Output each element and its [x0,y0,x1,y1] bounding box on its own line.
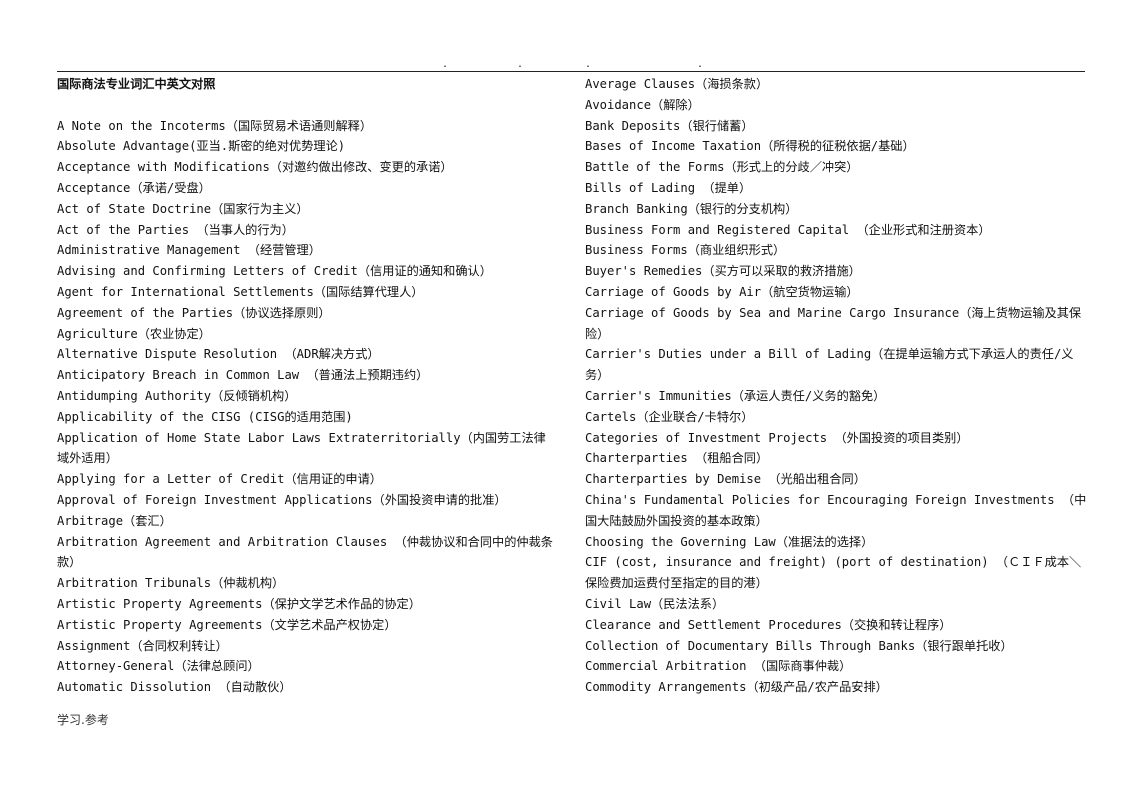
glossary-entry: Collection of Documentary Bills Through … [585,638,1013,653]
left-column: 国际商法专业词汇中英文对照 A Note on the Incoterms（国际… [57,74,557,698]
glossary-entry: Buyer's Remedies（买方可以采取的救济措施） [585,264,861,279]
glossary-entry: Advising and Confirming Letters of Credi… [57,264,492,279]
glossary-entry: Arbitration Agreement and Arbitration Cl… [57,534,553,570]
right-column: Average Clauses（海损条款） Avoidance（解除） Bank D… [585,74,1087,698]
glossary-entry: Choosing the Governing Law（准据法的选择） [585,534,874,549]
page-footer: 学习.参考 [57,713,109,727]
glossary-entry: Bases of Income Taxation（所得税的征税依据/基础） [585,139,915,154]
header-dot: . [517,59,524,70]
glossary-entry: Applicability of the CISG (CISG的适用范围) [57,409,353,424]
header-dot: . [442,59,449,70]
glossary-entry: Artistic Property Agreements（文学艺术品产权协定） [57,617,397,632]
glossary-entry: Charterparties by Demise （光船出租合同） [585,472,866,487]
glossary-entry: Approval of Foreign Investment Applicati… [57,492,507,507]
glossary-entry: Bills of Lading （提单） [585,180,752,195]
glossary-entry: Business Form and Registered Capital （企业… [585,222,991,237]
glossary-entry: Carrier's Immunities（承运人责任/义务的豁免） [585,388,886,403]
glossary-entry: Agreement of the Parties（协议选择原则） [57,305,331,320]
glossary-entry: Anticipatory Breach in Common Law （普通法上预… [57,368,429,383]
glossary-entry: Arbitration Tribunals（仲裁机构） [57,576,285,591]
glossary-entry: Charterparties （租船合同） [585,451,769,466]
glossary-entry: Automatic Dissolution （自动散伙） [57,680,292,695]
glossary-entry: Administrative Management （经营管理） [57,243,321,258]
glossary-entry: Carrier's Duties under a Bill of Lading（… [585,347,1074,383]
glossary-entry: Applying for a Letter of Credit（信用证的申请） [57,472,382,487]
glossary-entry: Assignment（合同权利转让） [57,638,228,653]
glossary-entry: Acceptance with Modifications（对邀约做出修改、变更… [57,160,453,175]
glossary-entry: Bank Deposits（银行储蓄） [585,118,754,133]
glossary-entry: Alternative Dispute Resolution （ADR解决方式） [57,347,380,362]
glossary-entry: Clearance and Settlement Procedures（交换和转… [585,617,952,632]
header-dot: . [585,59,592,70]
glossary-entry: Cartels（企业联合/卡特尔） [585,409,754,424]
glossary-entry: Application of Home State Labor Laws Ext… [57,430,546,466]
glossary-entry: Agent for International Settlements（国际结算… [57,284,424,299]
glossary-entry: A Note on the Incoterms（国际贸易术语通则解释） [57,118,373,133]
glossary-entry: Arbitrage（套汇） [57,513,172,528]
glossary-entry: Carriage of Goods by Sea and Marine Carg… [585,305,1082,341]
glossary-entry: Categories of Investment Projects （外国投资的… [585,430,969,445]
glossary-entry: Attorney-General（法律总顾问） [57,659,260,674]
glossary-entry: Absolute Advantage(亚当.斯密的绝对优势理论) [57,139,346,154]
glossary-entry: Commodity Arrangements（初级产品/农产品安排） [585,680,888,695]
glossary-entry: Branch Banking（银行的分支机构） [585,201,798,216]
header-dot: . [697,59,704,70]
glossary-entry: Artistic Property Agreements（保护文学艺术作品的协定… [57,596,421,611]
glossary-entry: China's Fundamental Policies for Encoura… [585,492,1087,528]
document-title: 国际商法专业词汇中英文对照 [57,77,216,91]
glossary-entry: CIF (cost, insurance and freight) (port … [585,555,1082,591]
glossary-entry: Commercial Arbitration （国际商事仲裁） [585,659,852,674]
glossary-entry: Antidumping Authority（反倾销机构） [57,388,297,403]
glossary-entry: Act of the Parties （当事人的行为） [57,222,294,237]
glossary-entry: Avoidance（解除） [585,97,700,112]
header-rule [57,71,1085,72]
glossary-entry: Business Forms（商业组织形式） [585,243,786,258]
glossary-entry: Average Clauses（海损条款） [585,77,769,91]
right-entry-list: Average Clauses（海损条款） Avoidance（解除） Bank D… [585,74,1087,698]
glossary-entry: Carriage of Goods by Air（航空货物运输） [585,284,859,299]
glossary-entry: Acceptance（承诺/受盘） [57,180,211,195]
glossary-entry: Agriculture（农业协定） [57,326,211,341]
glossary-entry: Battle of the Forms（形式上的分歧／冲突） [585,160,859,175]
glossary-entry: Act of State Doctrine（国家行为主义） [57,201,309,216]
glossary-entry: Civil Law（民法法系） [585,596,725,611]
left-entry-list: A Note on the Incoterms（国际贸易术语通则解释） Absol… [57,116,557,698]
